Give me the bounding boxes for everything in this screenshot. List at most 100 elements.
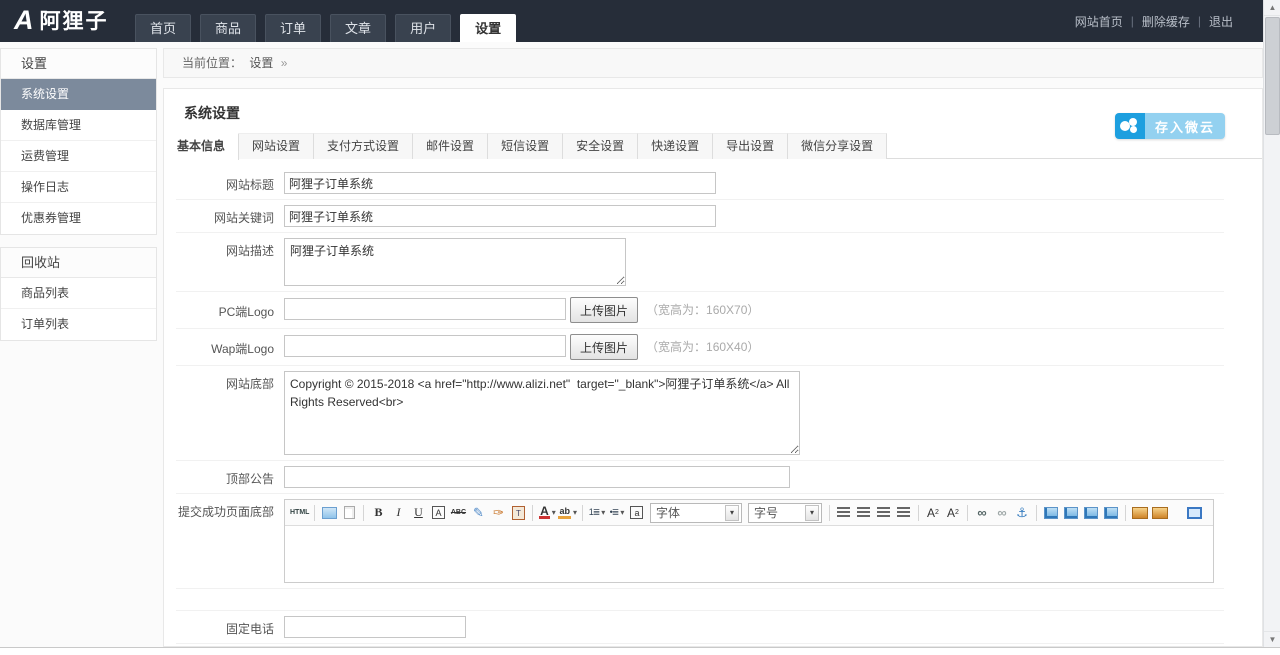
- font-size-select[interactable]: 字号▾: [748, 503, 822, 523]
- nav-tab-orders[interactable]: 订单: [265, 14, 321, 42]
- image-block-icon[interactable]: [1102, 504, 1120, 522]
- vertical-scrollbar: ▲ ▼: [1263, 0, 1280, 647]
- breadcrumb-settings-link[interactable]: 设置: [249, 56, 273, 70]
- tab-sms-settings[interactable]: 短信设置: [488, 133, 563, 159]
- tab-mail-settings[interactable]: 邮件设置: [413, 133, 488, 159]
- logout-link[interactable]: 退出: [1209, 13, 1233, 30]
- fullscreen-icon[interactable]: [1185, 504, 1203, 522]
- editor-content-area[interactable]: [285, 526, 1213, 582]
- nav-tab-users[interactable]: 用户: [395, 14, 451, 42]
- site-home-link[interactable]: 网站首页: [1075, 13, 1123, 30]
- align-left-icon[interactable]: [835, 504, 853, 522]
- image-align-left-icon[interactable]: [1042, 504, 1060, 522]
- tab-express-settings[interactable]: 快递设置: [638, 133, 713, 159]
- sidebar-item-logs[interactable]: 操作日志: [1, 172, 156, 203]
- wap-logo-label: Wap端Logo: [176, 334, 284, 357]
- font-color-icon[interactable]: A▾: [538, 504, 556, 522]
- sidebar-item-product-list[interactable]: 商品列表: [1, 278, 156, 309]
- scrollbar-thumb[interactable]: [1265, 17, 1280, 135]
- remove-link-icon[interactable]: ∞: [993, 504, 1011, 522]
- sidebar-item-database[interactable]: 数据库管理: [1, 110, 156, 141]
- tab-basic-info[interactable]: 基本信息: [164, 133, 239, 160]
- fixed-phone-input[interactable]: [284, 616, 466, 638]
- settings-tab-bar: 基本信息 网站设置 支付方式设置 邮件设置 短信设置 安全设置 快递设置 导出设…: [164, 133, 1262, 159]
- settings-form: 网站标题 网站关键词 网站描述 阿狸子订单系统 PC端Logo 上传图片 （宽高…: [164, 159, 1262, 647]
- wap-logo-size-hint: （宽高为：160X40）: [646, 334, 759, 360]
- anchor-icon[interactable]: ⚓: [1013, 504, 1031, 522]
- insert-image-icon[interactable]: [1131, 504, 1149, 522]
- site-description-textarea[interactable]: 阿狸子订单系统: [284, 238, 626, 286]
- pc-logo-upload-button[interactable]: 上传图片: [570, 297, 638, 323]
- breadcrumb: 当前位置： 设置 »: [163, 48, 1263, 78]
- logo[interactable]: A 阿狸子: [14, 5, 109, 35]
- pc-logo-input[interactable]: [284, 298, 566, 320]
- subscript-icon[interactable]: A2: [944, 504, 962, 522]
- form-row-top-notice: 顶部公告: [176, 461, 1224, 494]
- scrollbar-down-arrow[interactable]: ▼: [1264, 631, 1280, 647]
- page-title: 系统设置: [164, 89, 1262, 133]
- top-notice-input[interactable]: [284, 466, 790, 488]
- site-footer-textarea[interactable]: Copyright © 2015-2018 <a href="http://ww…: [284, 371, 800, 455]
- site-description-label: 网站描述: [176, 238, 284, 259]
- align-justify-icon[interactable]: [895, 504, 913, 522]
- nav-tab-settings[interactable]: 设置: [460, 14, 516, 42]
- sidebar-item-coupons[interactable]: 优惠券管理: [1, 203, 156, 234]
- sidebar-item-system-settings[interactable]: 系统设置: [1, 79, 156, 110]
- sidebar-section-recycle: 回收站 商品列表 订单列表: [0, 247, 157, 341]
- breadcrumb-label: 当前位置：: [182, 56, 242, 70]
- image-align-right-icon[interactable]: [1082, 504, 1100, 522]
- new-document-icon[interactable]: [340, 504, 358, 522]
- form-row-pc-logo: PC端Logo 上传图片 （宽高为：160X70）: [176, 292, 1224, 329]
- tab-wechat-share-settings[interactable]: 微信分享设置: [788, 133, 887, 159]
- top-notice-label: 顶部公告: [176, 466, 284, 487]
- format-painter-icon[interactable]: ✑: [489, 504, 507, 522]
- bottom-cutoff-strip: [0, 647, 1280, 655]
- superscript-icon[interactable]: A2: [924, 504, 942, 522]
- paste-icon[interactable]: T: [509, 504, 527, 522]
- highlight-color-icon[interactable]: ab▾: [558, 504, 577, 522]
- font-style-icon[interactable]: A: [432, 506, 445, 519]
- sidebar-item-shipping[interactable]: 运费管理: [1, 141, 156, 172]
- scrollbar-up-arrow[interactable]: ▲: [1264, 0, 1280, 16]
- wap-logo-upload-button[interactable]: 上传图片: [570, 334, 638, 360]
- italic-icon[interactable]: I: [389, 504, 407, 522]
- html-source-icon[interactable]: HTML: [290, 504, 309, 522]
- wap-logo-input[interactable]: [284, 335, 566, 357]
- site-title-input[interactable]: [284, 172, 716, 194]
- ordered-list-icon[interactable]: 1≣▾: [588, 504, 606, 522]
- align-center-icon[interactable]: [855, 504, 873, 522]
- preview-icon[interactable]: [320, 504, 338, 522]
- success-footer-label: 提交成功页面底部: [176, 499, 284, 520]
- sidebar-header-settings: 设置: [1, 49, 156, 79]
- clear-cache-link[interactable]: 删除缓存: [1142, 13, 1190, 30]
- form-spacer-row: [176, 589, 1224, 611]
- tab-export-settings[interactable]: 导出设置: [713, 133, 788, 159]
- tab-security-settings[interactable]: 安全设置: [563, 133, 638, 159]
- site-keywords-input[interactable]: [284, 205, 716, 227]
- lowercase-icon[interactable]: a: [630, 506, 643, 519]
- nav-tab-products[interactable]: 商品: [200, 14, 256, 42]
- tab-payment-settings[interactable]: 支付方式设置: [314, 133, 413, 159]
- site-footer-label: 网站底部: [176, 371, 284, 392]
- sidebar-item-order-list[interactable]: 订单列表: [1, 309, 156, 340]
- nav-tab-articles[interactable]: 文章: [330, 14, 386, 42]
- logo-text: 阿狸子: [40, 5, 109, 35]
- upload-image-icon[interactable]: [1151, 504, 1169, 522]
- form-row-site-title: 网站标题: [176, 167, 1224, 200]
- format-clear-icon[interactable]: ✎: [469, 504, 487, 522]
- unordered-list-icon[interactable]: •≣▾: [608, 504, 626, 522]
- align-right-icon[interactable]: [875, 504, 893, 522]
- tab-site-settings[interactable]: 网站设置: [239, 133, 314, 159]
- strikethrough-icon[interactable]: ABC: [449, 504, 467, 522]
- image-align-center-icon[interactable]: [1062, 504, 1080, 522]
- insert-link-icon[interactable]: ∞: [973, 504, 991, 522]
- sidebar-header-recycle: 回收站: [1, 248, 156, 278]
- weiyun-save-badge[interactable]: 存入微云: [1115, 113, 1225, 139]
- nav-tab-home[interactable]: 首页: [135, 14, 191, 42]
- font-family-select[interactable]: 字体▾: [650, 503, 742, 523]
- link-separator: |: [1131, 14, 1134, 28]
- bold-icon[interactable]: B: [369, 504, 387, 522]
- underline-icon[interactable]: U: [409, 504, 427, 522]
- form-row-site-description: 网站描述 阿狸子订单系统: [176, 233, 1224, 292]
- form-row-fixed-phone: 固定电话: [176, 611, 1224, 644]
